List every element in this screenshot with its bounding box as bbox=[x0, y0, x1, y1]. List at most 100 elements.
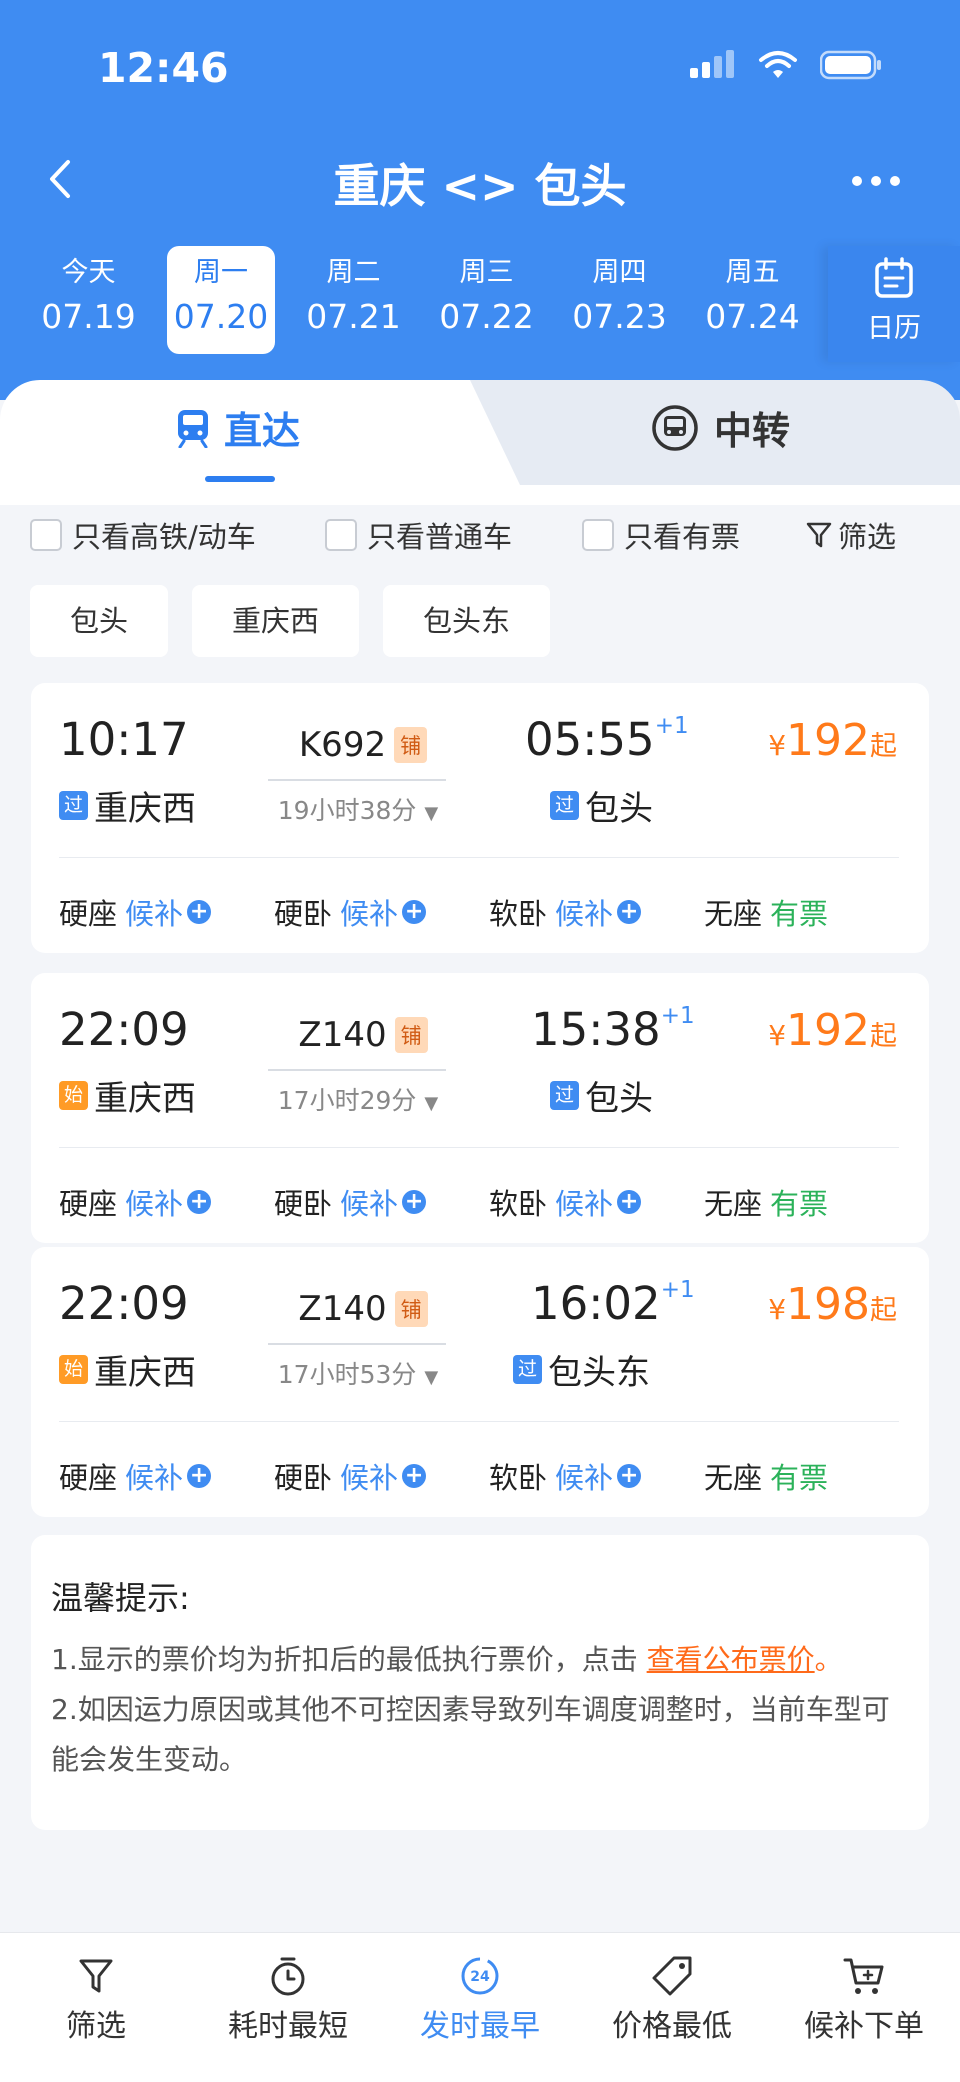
only-available-label: 只看有票 bbox=[624, 519, 741, 554]
date-item[interactable]: 周三 07.22 bbox=[420, 246, 553, 354]
train-card[interactable]: 22:09 始 重庆西 Z140 铺 17小时29分 ▼ 15:38+1 过 包… bbox=[31, 973, 929, 1243]
page-title: 重庆 <> 包头 bbox=[333, 159, 627, 213]
arrive-time-text: 05:55 bbox=[525, 713, 655, 766]
seat-name: 硬座 bbox=[59, 897, 118, 931]
tips-title: 温馨提示: bbox=[51, 1579, 190, 1617]
waitlist-order-button[interactable]: 候补下单 bbox=[768, 1933, 960, 2082]
seat-item[interactable]: 软卧 候补 + bbox=[489, 1181, 704, 1223]
depart-station: 过 重庆西 bbox=[59, 781, 196, 830]
train-card[interactable]: 22:09 始 重庆西 Z140 铺 17小时53分 ▼ 16:02+1 过 包… bbox=[31, 1247, 929, 1517]
depart-station-name: 重庆西 bbox=[94, 789, 196, 829]
only-high-speed-checkbox[interactable]: 只看高铁/动车 bbox=[30, 514, 325, 556]
duration-text: 17小时29分 bbox=[277, 1086, 417, 1115]
seat-status: 候补 bbox=[555, 1187, 614, 1221]
date-item-selected[interactable]: 周一 07.20 bbox=[167, 246, 275, 354]
shortest-duration-button[interactable]: 耗时最短 bbox=[192, 1933, 384, 2082]
station-chip[interactable]: 包头 bbox=[30, 585, 169, 657]
cellular-signal-icon bbox=[690, 50, 734, 78]
seat-item[interactable]: 硬卧 候补 + bbox=[274, 1455, 489, 1497]
duration[interactable]: 19小时38分 ▼ bbox=[263, 791, 453, 827]
duration[interactable]: 17小时53分 ▼ bbox=[263, 1355, 453, 1391]
view-published-price-link[interactable]: 查看公布票价 bbox=[647, 1643, 815, 1676]
station-chip[interactable]: 重庆西 bbox=[192, 585, 360, 657]
seat-item[interactable]: 硬卧 候补 + bbox=[274, 1181, 489, 1223]
tab-transfer[interactable]: 中转 bbox=[470, 380, 960, 485]
train-no: K692 bbox=[298, 725, 387, 765]
seat-status: 有票 bbox=[770, 897, 829, 931]
seat-name: 无座 bbox=[704, 897, 763, 931]
lowest-price-button[interactable]: 价格最低 bbox=[576, 1933, 768, 2082]
seat-item[interactable]: 无座 有票 bbox=[704, 1181, 919, 1223]
seat-status: 候补 bbox=[125, 1461, 184, 1495]
bed-tag: 铺 bbox=[394, 1017, 428, 1053]
tab-underline bbox=[205, 476, 275, 482]
plus-circle-icon[interactable]: + bbox=[187, 1190, 212, 1214]
date-selector: 今天 07.19 周一 07.20 周二 07.21 周三 07.22 周四 0… bbox=[22, 246, 819, 354]
bottom-filter-button[interactable]: 筛选 bbox=[0, 1933, 192, 2082]
arrive-time-text: 15:38 bbox=[531, 1003, 661, 1056]
date-item[interactable]: 周四 07.23 bbox=[553, 246, 686, 354]
calendar-icon bbox=[875, 257, 913, 298]
date-weekday: 周二 bbox=[326, 257, 381, 288]
seat-name: 软卧 bbox=[489, 1187, 548, 1221]
station-chip[interactable]: 包头东 bbox=[383, 585, 551, 657]
arrive-station: 过 包头 bbox=[550, 1071, 653, 1120]
duration-line bbox=[268, 1343, 446, 1345]
date-item[interactable]: 周二 07.21 bbox=[287, 246, 420, 354]
pass-tag: 过 bbox=[550, 1081, 579, 1110]
only-available-checkbox[interactable]: 只看有票 bbox=[582, 514, 806, 556]
earliest-departure-button[interactable]: 24 发时最早 bbox=[384, 1933, 576, 2082]
train-number[interactable]: K692 铺 bbox=[263, 725, 463, 765]
seat-item[interactable]: 硬卧 候补 + bbox=[274, 891, 489, 933]
filter-label: 筛选 bbox=[838, 519, 897, 554]
seat-name: 硬卧 bbox=[274, 1461, 333, 1495]
date-item[interactable]: 今天 07.19 bbox=[22, 246, 155, 354]
only-normal-checkbox[interactable]: 只看普通车 bbox=[325, 514, 582, 556]
battery-icon bbox=[820, 50, 881, 80]
pass-tag: 过 bbox=[550, 791, 579, 820]
train-number[interactable]: Z140 铺 bbox=[263, 1015, 463, 1055]
plus-circle-icon[interactable]: + bbox=[402, 1464, 427, 1488]
tips-line-1-end: 。 bbox=[814, 1643, 843, 1676]
seat-item[interactable]: 硬座 候补 + bbox=[59, 1455, 274, 1497]
plus-circle-icon[interactable]: + bbox=[187, 1464, 212, 1488]
seat-item[interactable]: 软卧 候补 + bbox=[489, 891, 704, 933]
plus-circle-icon[interactable]: + bbox=[617, 1190, 642, 1214]
status-time: 12:46 bbox=[98, 44, 229, 92]
seat-item[interactable]: 硬座 候补 + bbox=[59, 891, 274, 933]
next-day-badge: +1 bbox=[660, 1277, 695, 1303]
caret-down-icon: ▼ bbox=[424, 1093, 439, 1114]
price-tag-icon bbox=[652, 1956, 692, 1996]
duration[interactable]: 17小时29分 ▼ bbox=[263, 1081, 453, 1117]
price: ¥198起 bbox=[768, 1279, 897, 1330]
seat-item[interactable]: 无座 有票 bbox=[704, 1455, 919, 1497]
divider bbox=[59, 857, 899, 858]
tab-transfer-label: 中转 bbox=[714, 409, 791, 453]
seat-status: 候补 bbox=[340, 1461, 399, 1495]
waitlist-order-label: 候补下单 bbox=[804, 2009, 924, 2044]
calendar-button[interactable]: 日历 bbox=[828, 246, 960, 362]
train-card[interactable]: 10:17 过 重庆西 K692 铺 19小时38分 ▼ 05:55+1 过 包… bbox=[31, 683, 929, 953]
seat-item[interactable]: 软卧 候补 + bbox=[489, 1455, 704, 1497]
plus-circle-icon[interactable]: + bbox=[617, 900, 642, 924]
seat-item[interactable]: 硬座 候补 + bbox=[59, 1181, 274, 1223]
duration-text: 19小时38分 bbox=[277, 796, 417, 825]
24h-clock-icon: 24 bbox=[461, 1957, 499, 1995]
date-item[interactable]: 周五 07.24 bbox=[686, 246, 819, 354]
tab-bottom-fill bbox=[0, 485, 960, 505]
more-icon[interactable] bbox=[852, 176, 900, 186]
duration-text: 17小时53分 bbox=[277, 1360, 417, 1389]
plus-circle-icon[interactable]: + bbox=[402, 1190, 427, 1214]
depart-time: 22:09 bbox=[59, 1277, 189, 1330]
plus-circle-icon[interactable]: + bbox=[187, 900, 212, 924]
bottom-toolbar: 筛选 耗时最短 24 发时最早 价格最低 候补下单 bbox=[0, 1932, 960, 2082]
seat-item[interactable]: 无座 有票 bbox=[704, 891, 919, 933]
tab-direct[interactable]: 直达 bbox=[0, 380, 520, 485]
train-number[interactable]: Z140 铺 bbox=[263, 1289, 463, 1329]
seat-name: 硬卧 bbox=[274, 1187, 333, 1221]
filter-link[interactable]: 筛选 bbox=[806, 514, 896, 556]
divider bbox=[59, 1147, 899, 1148]
plus-circle-icon[interactable]: + bbox=[402, 900, 427, 924]
plus-circle-icon[interactable]: + bbox=[617, 1464, 642, 1488]
depart-station-name: 重庆西 bbox=[94, 1079, 196, 1119]
